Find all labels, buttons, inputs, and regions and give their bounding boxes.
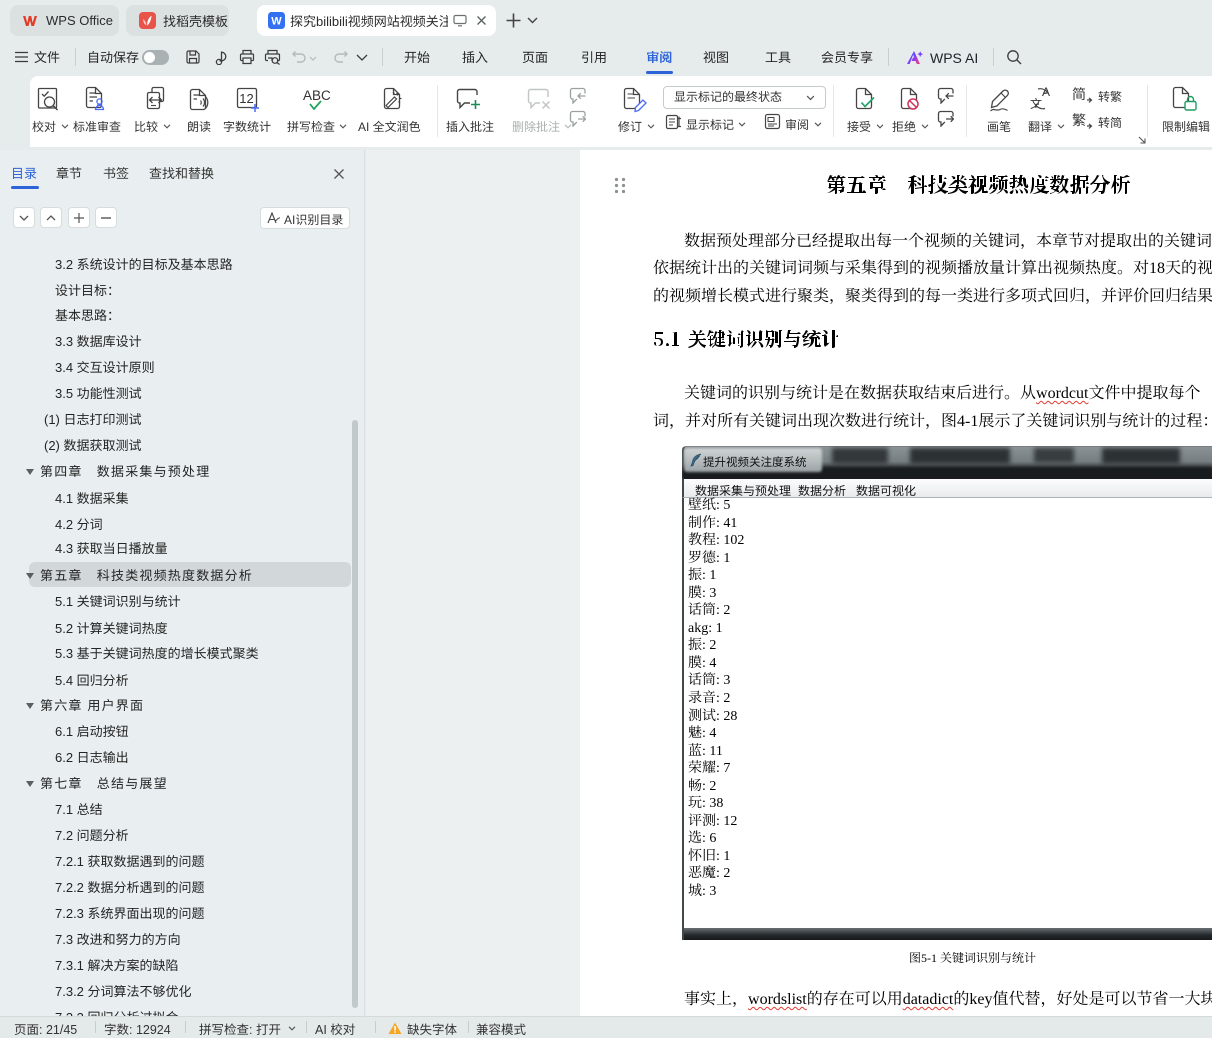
svg-text:A: A [1042,86,1050,99]
svg-text:文: 文 [1030,95,1042,112]
svg-text:繁: 繁 [1072,111,1086,130]
svg-text:12: 12 [239,91,253,106]
svg-text:简: 简 [1072,85,1086,104]
svg-text:W: W [271,16,282,28]
svg-text:ABC: ABC [303,88,331,103]
